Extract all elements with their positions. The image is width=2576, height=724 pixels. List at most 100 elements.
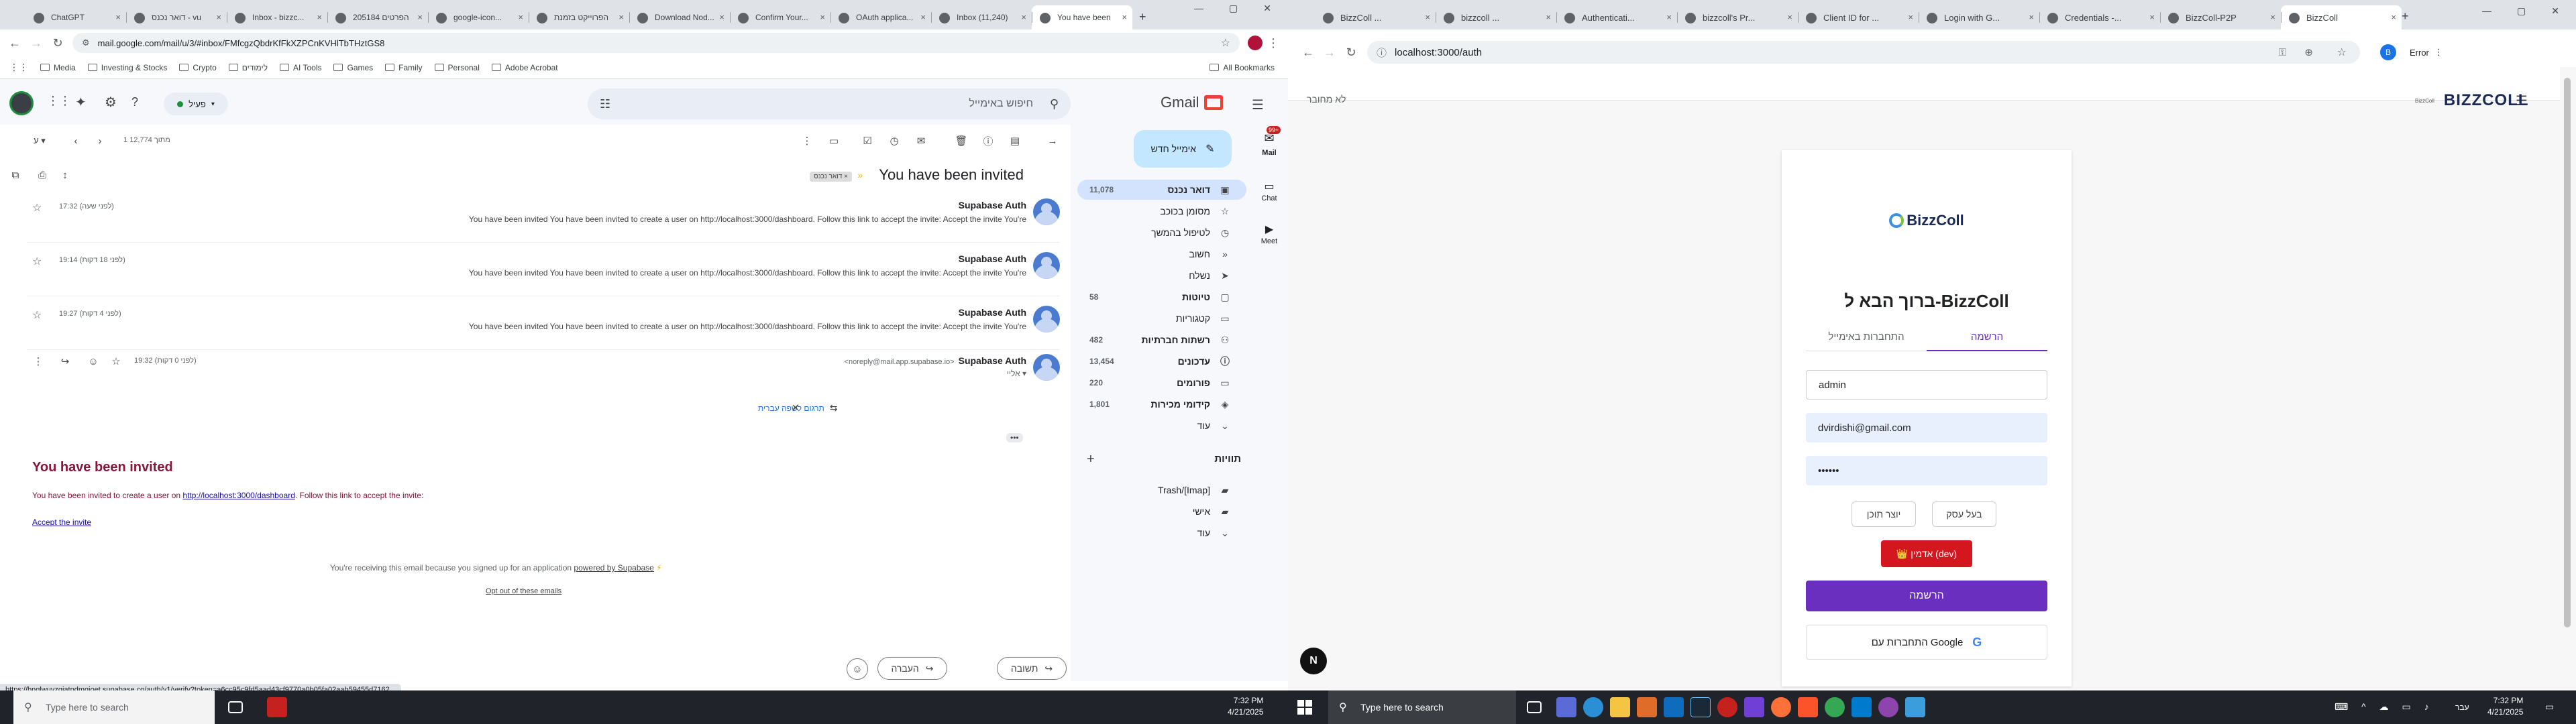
nav-item[interactable]: עדכונים ⓘ 13,454 <box>1077 351 1246 371</box>
outlook-icon[interactable] <box>1664 697 1684 717</box>
supabase-link[interactable]: powered by Supabase <box>574 563 653 572</box>
browser-tab[interactable]: You have been × <box>1032 5 1132 29</box>
forward-icon[interactable]: → <box>1319 42 1340 63</box>
admin-dev-button[interactable]: 👑 אדמין (dev) <box>1881 540 1972 567</box>
chrome-taskbar-icon[interactable] <box>267 697 287 717</box>
taskbar-search[interactable]: ⚲ Type here to search <box>13 690 215 724</box>
snooze-icon[interactable]: ◷ <box>885 132 903 149</box>
expand-all-icon[interactable]: ↕ <box>56 166 74 184</box>
role-creator-button[interactable]: יוצר תוכן <box>1851 501 1916 527</box>
browser-tab[interactable]: Authenticati... × <box>1556 5 1677 29</box>
star-icon[interactable]: ☆ <box>32 308 42 322</box>
collapsed-message[interactable]: Supabase Auth You have been invited You h… <box>27 296 1060 350</box>
chrome-taskbar-icon[interactable] <box>1825 697 1845 717</box>
label-item[interactable]: אישי ▰ <box>1077 501 1246 522</box>
app-brand[interactable]: BizzColl BIZZCOLL <box>2415 91 2529 110</box>
search-filter-icon[interactable]: ☷ <box>600 97 610 111</box>
mail-rail-item[interactable]: ✉ 99+ Mail <box>1250 126 1288 157</box>
profile-avatar[interactable]: B <box>2380 44 2396 60</box>
inbox-label-chip[interactable]: דואר נכנס × <box>810 172 852 182</box>
password-key-icon[interactable]: ⚿ <box>2279 47 2286 58</box>
forward-button[interactable]: העברה ↪ <box>877 657 947 680</box>
tab-close-icon[interactable]: × <box>2270 12 2275 22</box>
tab-close-icon[interactable]: × <box>1021 12 1026 22</box>
tab-close-icon[interactable]: × <box>417 12 423 22</box>
emoji-icon[interactable]: ☺ <box>847 658 868 680</box>
nav-item[interactable]: מסומן בכוכב ☆ <box>1077 201 1246 221</box>
apps-icon[interactable]: ⋮⋮ <box>9 62 28 73</box>
brave-icon[interactable] <box>1798 697 1818 717</box>
new-tab-icon[interactable]: + <box>2402 9 2409 23</box>
site-info-icon[interactable]: ⓘ <box>1377 46 1387 60</box>
recipient-line[interactable]: אליי ▾ <box>1007 369 1026 378</box>
password-field[interactable]: •••••• <box>1806 456 2047 485</box>
app-icon-7[interactable] <box>1717 697 1737 717</box>
browser-tab[interactable]: Download Nod... × <box>629 5 730 29</box>
signup-submit-button[interactable]: הרשמה <box>1806 581 2047 611</box>
nav-item[interactable]: חשוב » <box>1077 244 1246 264</box>
accept-invite-link[interactable]: Accept the invite <box>32 518 91 527</box>
star-icon[interactable]: ☆ <box>32 255 42 268</box>
add-label-icon[interactable]: + <box>1087 452 1095 467</box>
search-input[interactable]: חיפוש באימייל ⚲ ☷ <box>588 88 1071 119</box>
tab-close-icon[interactable]: × <box>1908 12 1913 22</box>
label-item[interactable]: Trash/[Imap] ▰ <box>1077 480 1246 500</box>
bookmark-folder[interactable]: Family <box>385 63 423 72</box>
star-icon[interactable]: ☆ <box>107 353 125 370</box>
collapsed-message[interactable]: Supabase Auth You have been invited You h… <box>27 189 1060 243</box>
task-view-icon[interactable] <box>228 701 243 713</box>
nav-item[interactable]: פורומים ▭ 220 <box>1077 373 1246 393</box>
app-icon-14[interactable] <box>1905 697 1925 717</box>
tab-close-icon[interactable]: × <box>2029 12 2034 22</box>
office-icon[interactable] <box>1637 697 1657 717</box>
gmail-menu-icon[interactable]: ☰ <box>1252 97 1264 113</box>
next-dev-indicator[interactable]: N <box>1300 648 1327 674</box>
delete-icon[interactable]: 🗑 <box>953 132 970 149</box>
tab-close-icon[interactable]: × <box>619 12 624 22</box>
mark-unread-icon[interactable]: ✉ <box>912 132 930 149</box>
page-scrollbar[interactable] <box>2564 78 2571 627</box>
task-view-icon[interactable] <box>1527 701 1542 713</box>
tab-close-icon[interactable]: × <box>1787 12 1792 22</box>
tab-close-icon[interactable]: × <box>2149 12 2155 22</box>
minimize-icon[interactable]: — <box>1194 3 1203 14</box>
tab-close-icon[interactable]: × <box>317 12 322 22</box>
steam-icon[interactable] <box>1690 697 1711 717</box>
tab-close-icon[interactable]: × <box>820 12 825 22</box>
back-to-inbox-icon[interactable]: → <box>1044 132 1061 149</box>
nav-item[interactable]: טיוטות ▢ 58 <box>1077 287 1246 307</box>
apps-grid-icon[interactable]: ⋮⋮ <box>47 94 71 108</box>
email-field[interactable]: dvirdishi@gmail.com <box>1806 413 2047 442</box>
message-more-icon[interactable]: ⋮ <box>30 353 47 370</box>
browser-tab[interactable]: Client ID for ... × <box>1798 5 1919 29</box>
input-tools[interactable]: ע ▾ <box>34 135 46 146</box>
language-indicator[interactable]: עבר <box>2455 703 2469 712</box>
name-input[interactable]: admin <box>1806 370 2047 400</box>
bookmark-folder[interactable]: Personal <box>434 63 480 72</box>
close-translate-icon[interactable]: ✕ <box>792 402 800 414</box>
maximize-icon[interactable]: ▢ <box>2517 5 2526 17</box>
browser-tab[interactable]: BizzColl ... × <box>1315 5 1436 29</box>
tab-close-icon[interactable]: × <box>719 12 724 22</box>
account-avatar[interactable] <box>9 91 34 115</box>
error-chip[interactable]: Error ⋮ <box>2410 47 2443 58</box>
move-to-icon[interactable]: ▭ <box>825 132 843 149</box>
reload-icon[interactable]: ↻ <box>1340 42 1362 63</box>
taskbar-search[interactable]: ⚲ Type here to search <box>1328 690 1516 724</box>
menu-icon[interactable]: ⋮ <box>1263 32 1284 54</box>
forward-icon[interactable]: → <box>25 32 47 54</box>
profile-avatar[interactable] <box>1248 36 1263 50</box>
tab-close-icon[interactable]: × <box>920 12 926 22</box>
nav-item[interactable]: קטגוריות ▭ <box>1077 308 1246 328</box>
browser-tab[interactable]: OAuth applica... × <box>830 5 931 29</box>
role-business-button[interactable]: בעל עסק <box>1932 501 1996 527</box>
browser-tab[interactable]: Credentials -... × <box>2039 5 2160 29</box>
tab-close-icon[interactable]: × <box>2391 12 2396 22</box>
print-icon[interactable]: ⎙ <box>34 166 51 184</box>
browser-tab[interactable]: ChatGPT × <box>25 5 126 29</box>
tab-close-icon[interactable]: × <box>1122 12 1127 22</box>
reload-icon[interactable]: ↻ <box>47 32 68 54</box>
tab-close-icon[interactable]: × <box>1546 12 1551 22</box>
edge-icon[interactable] <box>1583 697 1603 717</box>
more-options-icon[interactable]: ⋮ <box>798 132 816 149</box>
